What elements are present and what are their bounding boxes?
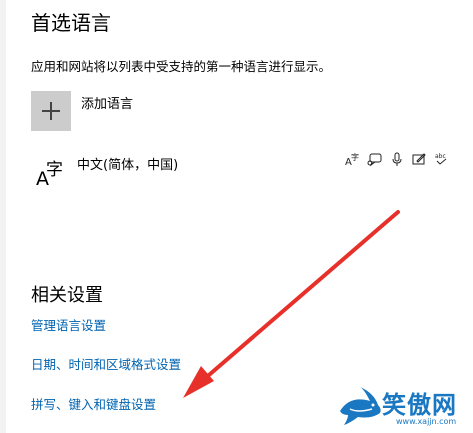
language-glyph-icon: A 字	[33, 152, 73, 192]
spellcheck-icon: abc	[432, 150, 450, 168]
shark-icon	[340, 387, 381, 425]
related-settings-title: 相关设置	[31, 285, 103, 306]
preferred-languages-description: 应用和网站将以列表中受支持的第一种语言进行显示。	[31, 59, 332, 74]
watermark-url: www.xajjn.com	[396, 417, 457, 426]
speech-icon	[366, 150, 384, 168]
manage-language-settings-link[interactable]: 管理语言设置	[31, 315, 106, 334]
display-language-icon: A 字	[344, 150, 362, 168]
spelling-typing-keyboard-settings-link[interactable]: 拼写、键入和键盘设置	[31, 394, 156, 413]
language-feature-icons: A 字 abc	[344, 150, 450, 168]
microphone-icon	[388, 150, 406, 168]
glyph-char: 字	[46, 160, 63, 180]
watermark-text: 笑傲网	[382, 391, 457, 419]
watermark-logo: 笑傲网 www.xajjn.com	[336, 385, 470, 431]
svg-text:abc: abc	[435, 153, 446, 160]
handwriting-icon	[410, 150, 428, 168]
date-time-region-settings-link[interactable]: 日期、时间和区域格式设置	[31, 354, 181, 373]
language-name: 中文(简体，中国)	[77, 158, 179, 173]
plus-icon	[31, 91, 71, 131]
language-item-zh-cn[interactable]: A 字 中文(简体，中国) A 字 abc	[31, 150, 461, 196]
add-language-label: 添加语言	[81, 97, 134, 112]
language-settings-page: 首选语言 应用和网站将以列表中受支持的第一种语言进行显示。 添加语言 A 字 中…	[0, 0, 473, 433]
svg-text:字: 字	[351, 152, 359, 162]
left-edge	[0, 0, 6, 433]
preferred-languages-title: 首选语言	[31, 11, 111, 35]
add-language-button[interactable]: 添加语言	[31, 91, 133, 131]
